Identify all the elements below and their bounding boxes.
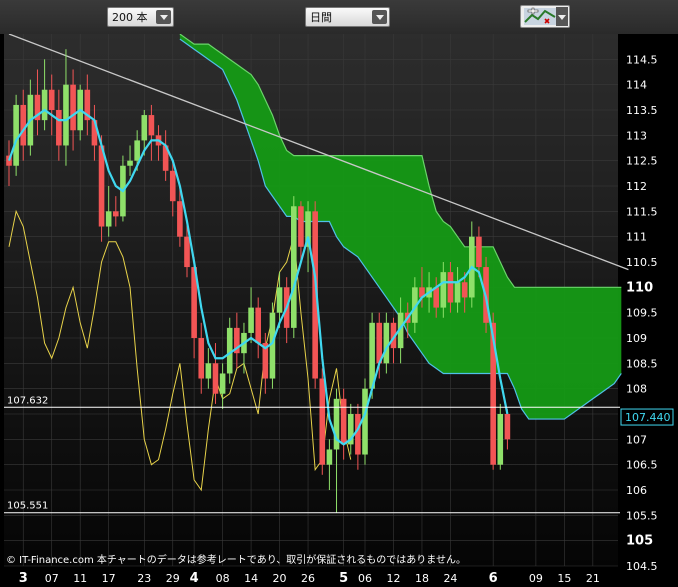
y-tick-label: 109.5 bbox=[626, 307, 658, 320]
candle-body bbox=[447, 272, 454, 303]
x-tick-label: 5 bbox=[339, 571, 348, 586]
candle-body bbox=[504, 414, 511, 440]
candle-body bbox=[298, 206, 304, 247]
chevron-down-icon bbox=[156, 10, 171, 24]
x-tick-label: 24 bbox=[443, 572, 457, 585]
candle-body bbox=[212, 363, 219, 394]
x-tick-label: 08 bbox=[216, 572, 230, 585]
candle-body bbox=[56, 110, 62, 146]
candle-body bbox=[255, 307, 261, 344]
price-line-label: 107.632 bbox=[7, 395, 48, 406]
y-tick-label: 105.5 bbox=[626, 509, 658, 522]
candle-body bbox=[362, 388, 368, 455]
y-tick-label: 108 bbox=[626, 383, 647, 396]
x-tick-label: 21 bbox=[586, 572, 600, 585]
x-tick-label: 3 bbox=[19, 571, 28, 586]
period-value: 日間 bbox=[310, 11, 332, 24]
price-chart[interactable]: 107.632105.551 114.5114113.5113112.51121… bbox=[0, 34, 678, 587]
y-tick-label: 104.5 bbox=[626, 560, 658, 573]
x-tick-label: 07 bbox=[45, 572, 59, 585]
x-axis: 3 07 11 17 23 29 4 08 14 20 26 5 06 12 18 24 6 09 15 21 bbox=[19, 571, 600, 586]
x-tick-label: 12 bbox=[386, 572, 400, 585]
x-tick-label: 18 bbox=[415, 572, 429, 585]
candle-body bbox=[98, 145, 105, 227]
chevron-down-icon bbox=[556, 7, 568, 26]
candle-body bbox=[63, 84, 69, 146]
chart-window: { "toolbar": { "bars_select": "200 本", "… bbox=[0, 0, 678, 587]
candle-body bbox=[454, 282, 461, 303]
period-select[interactable]: 日間 bbox=[305, 7, 390, 27]
candle-body bbox=[48, 89, 55, 110]
chart-tools-icon bbox=[524, 7, 556, 25]
candle-body bbox=[219, 373, 226, 394]
candle-body bbox=[134, 140, 140, 161]
last-price-badge: 107.440 bbox=[620, 408, 674, 426]
toolbar: 200 本 日間 bbox=[0, 0, 678, 34]
y-tick-label: 113.5 bbox=[626, 104, 658, 117]
candle-body bbox=[20, 104, 27, 146]
candle-body bbox=[105, 211, 112, 227]
y-tick-label: 111.5 bbox=[626, 205, 658, 218]
candle-body bbox=[148, 115, 155, 136]
x-tick-label: 26 bbox=[301, 572, 315, 585]
copyright-notice: © IT-Finance.com 本チャートのデータは参考レートであり、取引が保… bbox=[6, 555, 466, 566]
candle-body bbox=[383, 322, 390, 364]
y-tick-label: 106.5 bbox=[626, 459, 658, 472]
x-tick-label: 09 bbox=[529, 572, 543, 585]
candle-body bbox=[41, 89, 48, 121]
y-tick-label: 111 bbox=[626, 231, 647, 244]
candle-body bbox=[340, 398, 347, 445]
price-line-label: 105.551 bbox=[7, 501, 48, 512]
y-tick-label: 114.5 bbox=[626, 53, 658, 66]
y-tick-label: 114 bbox=[626, 79, 647, 92]
candle-body bbox=[113, 211, 119, 217]
x-tick-label: 20 bbox=[273, 572, 287, 585]
bars-count-value: 200 本 bbox=[112, 11, 148, 24]
bars-count-select[interactable]: 200 本 bbox=[107, 7, 174, 27]
candle-body bbox=[433, 287, 439, 308]
candle-body bbox=[198, 338, 205, 379]
x-tick-label: 29 bbox=[166, 572, 180, 585]
x-tick-label: 4 bbox=[190, 571, 199, 586]
candle-body bbox=[70, 84, 76, 131]
y-tick-label: 106 bbox=[626, 484, 647, 497]
x-tick-label: 6 bbox=[489, 571, 498, 586]
y-tick-label: 113 bbox=[626, 129, 647, 142]
candle-body bbox=[440, 272, 447, 308]
y-tick-label: 107 bbox=[626, 433, 647, 446]
candle-body bbox=[276, 287, 283, 313]
y-tick-label: 110 bbox=[626, 280, 653, 295]
candle-body bbox=[355, 414, 361, 455]
candle-body bbox=[319, 378, 326, 465]
y-tick-label: 108.5 bbox=[626, 357, 658, 370]
x-tick-label: 11 bbox=[73, 572, 87, 585]
candle-body bbox=[205, 363, 212, 379]
candle-body bbox=[169, 170, 176, 202]
y-tick-label: 109 bbox=[626, 332, 647, 345]
candle-body bbox=[127, 160, 133, 166]
candle-body bbox=[476, 236, 482, 268]
x-tick-label: 06 bbox=[358, 572, 372, 585]
candle-body bbox=[177, 201, 183, 237]
x-tick-label: 14 bbox=[244, 572, 258, 585]
y-tick-label: 112 bbox=[626, 180, 647, 193]
candle-body bbox=[248, 307, 254, 333]
candle-body bbox=[461, 282, 468, 298]
y-tick-label: 110.5 bbox=[626, 256, 658, 269]
candle-body bbox=[13, 104, 19, 166]
candle-body bbox=[184, 236, 190, 268]
candle-body bbox=[141, 115, 148, 141]
candle-body bbox=[291, 206, 297, 328]
chevron-down-icon bbox=[372, 10, 387, 24]
candle-body bbox=[326, 449, 333, 465]
last-price-label: 107.440 bbox=[625, 411, 671, 424]
y-tick-label: 112.5 bbox=[626, 155, 658, 168]
y-axis: 114.5 114 113.5 113 112.5 112 111.5 111 110.5 110… bbox=[626, 53, 658, 573]
x-tick-label: 23 bbox=[137, 572, 151, 585]
chart-tools-button[interactable] bbox=[520, 5, 570, 28]
x-tick-label: 15 bbox=[557, 572, 571, 585]
candle-body bbox=[497, 414, 504, 465]
x-tick-label: 17 bbox=[102, 572, 116, 585]
y-tick-label: 105 bbox=[626, 534, 653, 549]
